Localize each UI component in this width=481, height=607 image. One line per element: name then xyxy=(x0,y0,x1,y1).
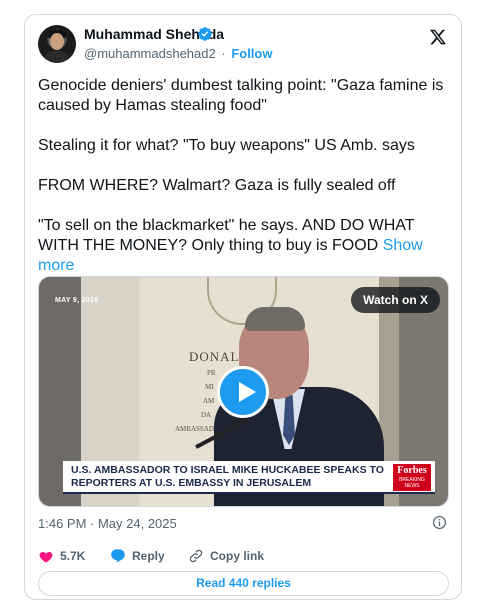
reply-bubble-icon xyxy=(111,549,125,563)
tweet-timestamp[interactable]: 1:46 PM · May 24, 2025 xyxy=(38,516,177,531)
heart-icon xyxy=(39,551,53,563)
copy-link-button[interactable]: Copy link xyxy=(188,547,264,565)
info-icon[interactable] xyxy=(432,515,447,530)
tweet-card[interactable]: Muhammad Shehada @muhammadshehad2 · Foll… xyxy=(24,14,462,600)
reply-label: Reply xyxy=(132,549,165,563)
read-replies-button[interactable]: Read 440 replies xyxy=(38,571,449,596)
news-banner: U.S. AMBASSADOR TO ISRAEL MIKE HUCKABEE … xyxy=(63,461,435,494)
tweet-text: Genocide deniers' dumbest talking point:… xyxy=(38,76,450,276)
tweet-paragraph: FROM WHERE? Walmart? Gaza is fully seale… xyxy=(38,177,396,194)
network-logo-text: Forbes xyxy=(397,465,427,476)
play-button-icon[interactable] xyxy=(217,366,269,418)
plaque-line: MI xyxy=(205,383,214,391)
watch-on-x-button[interactable]: Watch on X xyxy=(351,287,440,313)
network-logo-sub: BREAKING NEWS xyxy=(399,477,425,489)
avatar-face xyxy=(50,33,64,50)
author-handle[interactable]: @muhammadshehad2 xyxy=(84,46,216,61)
handle-row: @muhammadshehad2 · Follow xyxy=(84,46,272,61)
speaker-hair xyxy=(245,307,305,331)
x-logo-icon[interactable] xyxy=(429,28,447,46)
avatar[interactable] xyxy=(38,25,76,63)
plaque-line: AM xyxy=(203,397,215,405)
reply-button[interactable]: Reply xyxy=(110,547,165,565)
follow-button[interactable]: Follow xyxy=(231,46,272,61)
plaque-line: DA xyxy=(201,411,212,419)
plaque-line: PR xyxy=(207,369,216,377)
banner-text: U.S. AMBASSADOR TO ISRAEL MIKE HUCKABEE … xyxy=(71,464,384,489)
link-icon xyxy=(189,549,203,563)
like-button[interactable]: 5.7K xyxy=(38,547,85,565)
tweet-paragraph: Genocide deniers' dumbest talking point:… xyxy=(38,77,444,114)
like-count: 5.7K xyxy=(60,549,86,563)
video-player[interactable]: DONALD PR MI AM DA AMBASSADOR MAY 9, 202… xyxy=(38,276,449,507)
tweet-paragraph: Stealing it for what? "To buy weapons" U… xyxy=(38,137,415,154)
tweet-paragraph-last: "To sell on the blackmarket" he says. AN… xyxy=(38,216,450,276)
network-logo: Forbes BREAKING NEWS xyxy=(393,464,431,491)
avatar-body xyxy=(43,51,71,63)
tweet-paragraph-text: "To sell on the blackmarket" he says. AN… xyxy=(38,217,415,254)
copy-link-label: Copy link xyxy=(210,549,265,563)
verified-badge-icon xyxy=(198,27,212,41)
separator-dot: · xyxy=(221,46,226,61)
video-date-tag: MAY 9, 2026 xyxy=(55,297,99,304)
